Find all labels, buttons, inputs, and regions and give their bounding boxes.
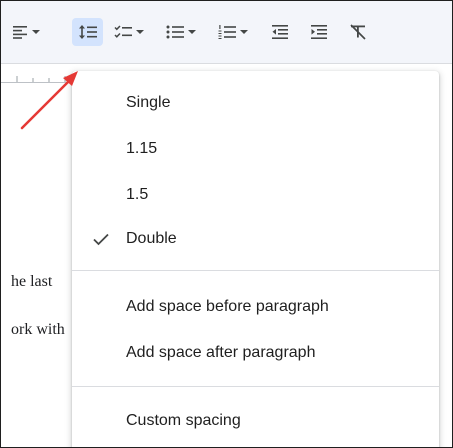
menu-item-label: Single [126, 94, 171, 111]
document-text-line: ork with [11, 321, 65, 338]
menu-divider [72, 386, 439, 387]
increase-indent-button[interactable] [305, 18, 333, 46]
menu-item-label: Double [126, 230, 177, 247]
numbered-list-icon [218, 24, 236, 40]
checkmark-icon [92, 231, 110, 252]
menu-item-label: Custom spacing [126, 412, 241, 429]
clear-formatting-icon [349, 24, 367, 40]
bulleted-list-icon [166, 24, 184, 40]
menu-item-1-15[interactable]: 1.15 [72, 129, 439, 169]
line-spacing-icon [78, 24, 98, 40]
document-text-line: he last [11, 273, 53, 290]
menu-divider [72, 270, 439, 271]
menu-item-label: 1.15 [126, 140, 158, 157]
chevron-down-icon [188, 30, 196, 34]
menu-item-1-5[interactable]: 1.5 [72, 175, 439, 215]
line-spacing-menu: Single 1.15 1.5 Double Add space before … [72, 71, 439, 447]
align-button[interactable] [9, 18, 43, 46]
decrease-indent-button[interactable] [266, 18, 294, 46]
increase-indent-icon [310, 24, 328, 40]
chevron-down-icon [240, 30, 248, 34]
menu-item-label: 1.5 [126, 186, 149, 203]
menu-item-single[interactable]: Single [72, 83, 439, 123]
app-frame: he last ork with Single 1.15 1.5 Double … [0, 0, 453, 448]
align-left-icon [12, 25, 28, 39]
numbered-list-button[interactable] [213, 18, 253, 46]
menu-item-label: Add space after paragraph [126, 344, 316, 361]
clear-formatting-button[interactable] [343, 18, 373, 46]
ruler-ticks [16, 76, 66, 82]
menu-item-label: Add space before paragraph [126, 298, 329, 315]
checklist-icon [114, 24, 132, 40]
chevron-down-icon [136, 30, 144, 34]
ruler [1, 64, 81, 104]
menu-item-add-space-after[interactable]: Add space after paragraph [72, 333, 439, 373]
bulleted-list-button[interactable] [161, 18, 201, 46]
menu-item-add-space-before[interactable]: Add space before paragraph [72, 287, 439, 327]
checklist-button[interactable] [109, 18, 149, 46]
menu-item-custom-spacing[interactable]: Custom spacing [72, 401, 439, 441]
chevron-down-icon [32, 30, 40, 34]
line-spacing-button[interactable] [72, 18, 103, 46]
formatting-toolbar [1, 1, 452, 64]
decrease-indent-icon [271, 24, 289, 40]
menu-item-double[interactable]: Double [72, 219, 439, 259]
